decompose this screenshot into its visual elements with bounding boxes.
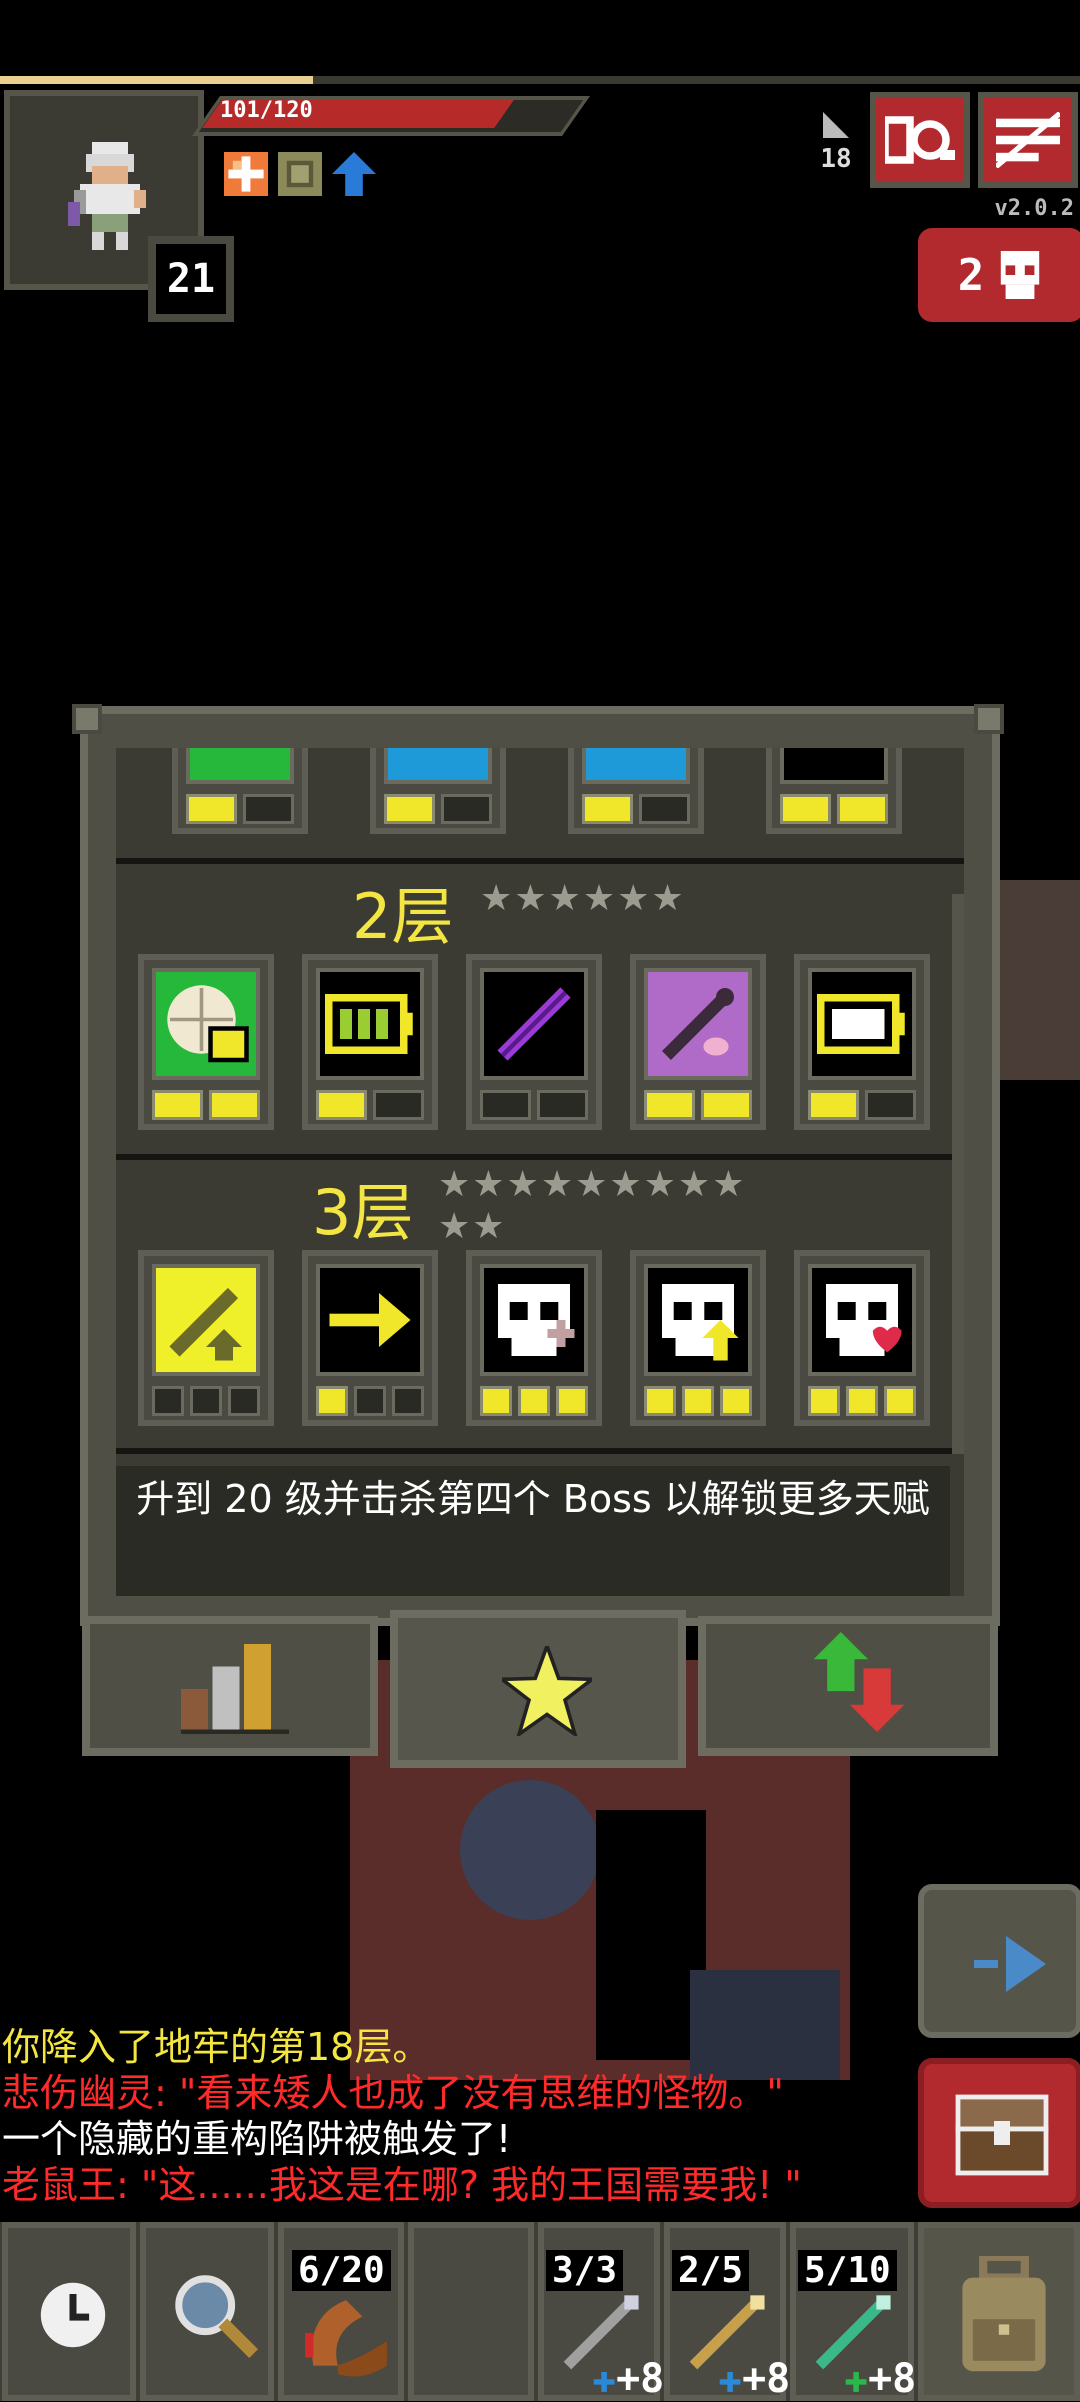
resume-arrow-icon [974,1936,1046,1992]
loot-button[interactable] [918,2058,1080,2208]
unlock-hint: 升到 20 级并击杀第四个 Boss 以解锁更多天赋 [116,1466,950,1596]
hp-text: 101/120 [220,98,313,123]
search-icon [175,2275,258,2358]
tab-talents[interactable] [390,1610,686,1768]
battery-full-talent-icon [316,968,424,1080]
clock-icon [40,2282,106,2348]
journal-search-icon [885,116,955,164]
dungeon-water [690,1970,840,2080]
talent-purple-wand[interactable] [466,954,602,1130]
talent-wand-charm[interactable] [630,954,766,1130]
wand-upgrade-talent-icon [152,1264,260,1376]
resume-button[interactable] [918,1884,1080,2038]
talent-skull-plus[interactable] [466,1250,602,1426]
upgrades-tab-icon [813,1632,905,1732]
backpack-button[interactable] [918,2222,1080,2401]
talents-tab-icon [502,1646,592,1736]
tier-2-stars: ★★★★★★ [480,878,686,919]
log-line: 老鼠王: "这......我这是在哪? 我的王国需要我! " [2,2163,802,2207]
talents-scrollbar[interactable] [952,894,964,1454]
quickslot-bonus: ✚+8 [718,2356,791,2402]
frost-buff-icon[interactable] [224,152,268,196]
tier-3-stars-row2: ★★ [438,1206,507,1247]
log-line: 一个隐藏的重构陷阱被触发了! [2,2117,512,2161]
quickslot-5[interactable]: 5/10 ✚+8 [790,2222,917,2402]
tier-divider [116,1154,964,1160]
talent-battery-full[interactable] [302,954,438,1130]
skull-plus-talent-icon [480,1264,588,1376]
log-line: 悲伤幽灵: "看来矮人也成了没有思维的怪物。" [2,2071,784,2115]
tier-divider [116,858,964,864]
talent-skull-heart[interactable] [794,1250,930,1426]
partial-talent-4-icon [780,748,888,784]
talent-battery-empty[interactable] [794,954,930,1130]
stats-tab-icon [181,1644,289,1734]
danger-indicator[interactable]: 2 [918,228,1080,322]
armor-buff-icon[interactable] [278,152,322,196]
haste-buff-icon[interactable] [332,152,376,196]
quickslot-bonus: ✚+8 [592,2356,665,2402]
ration-talent-icon [152,968,260,1080]
talent-slot[interactable] [766,748,902,834]
purple-wand-talent-icon [480,968,588,1080]
talent-slot[interactable] [370,748,506,834]
buff-list [224,152,376,196]
quickslot-count: 3/3 [546,2250,624,2291]
journal-button[interactable] [870,92,970,188]
quickslot-bonus: ✚+8 [844,2356,917,2402]
tier-divider [116,1448,964,1454]
talent-wand-upgrade[interactable] [138,1250,274,1426]
chest-icon [955,2094,1049,2176]
talent-arrow-right[interactable] [302,1250,438,1426]
window-corner [974,704,1004,734]
tier-3-stars: ★★★★★★★★★ [438,1164,747,1205]
quickslot-2[interactable] [408,2222,534,2401]
dungeon-pit [460,1780,600,1920]
skull-arrow-talent-icon [644,1264,752,1376]
battery-empty-talent-icon [808,968,916,1080]
talent-slot[interactable] [172,748,308,834]
tier-3-label: 3层 [312,1176,414,1249]
menu-icon [996,112,1060,168]
tab-upgrades[interactable] [698,1616,998,1756]
menu-button[interactable] [978,92,1078,188]
version-label: v2.0.2 [994,196,1074,221]
dungeon-wall [1000,880,1080,1080]
tab-stats[interactable] [82,1616,378,1756]
quickslot-1[interactable]: 6/20 [278,2222,404,2401]
quickslot-count: 5/10 [798,2250,897,2291]
talent-slot[interactable] [568,748,704,834]
wait-button[interactable] [2,2222,136,2401]
window-corner [72,704,102,734]
quickslot-count: 2/5 [672,2250,750,2291]
log-line: 你降入了地牢的第18层。 [2,2025,431,2069]
backpack-icon [962,2256,1046,2372]
quickslot-count: 6/20 [292,2250,391,2291]
talent-skull-arrow[interactable] [630,1250,766,1426]
danger-count: 2 [957,249,985,301]
partial-talent-2-icon [384,748,492,784]
xp-bar-fill [0,76,313,84]
wand-charm-talent-icon [644,968,752,1080]
search-button[interactable] [140,2222,274,2401]
hero-level: 21 [148,236,234,322]
partial-talent-1-icon [186,748,294,784]
quickslot-3[interactable]: 3/3 ✚+8 [538,2222,664,2402]
depth-number: 18 [820,144,852,174]
partial-talent-3-icon [582,748,690,784]
talent-ration[interactable] [138,954,274,1130]
hero-avatar-icon [68,142,146,250]
arrow-right-talent-icon [316,1264,424,1376]
boomerang-icon [305,2300,387,2377]
skull-heart-talent-icon [808,1264,916,1376]
quickslot-4[interactable]: 2/5 ✚+8 [664,2222,790,2402]
depth-icon [823,112,849,138]
skull-icon [1001,251,1040,299]
tier-2-label: 2层 [352,880,454,953]
